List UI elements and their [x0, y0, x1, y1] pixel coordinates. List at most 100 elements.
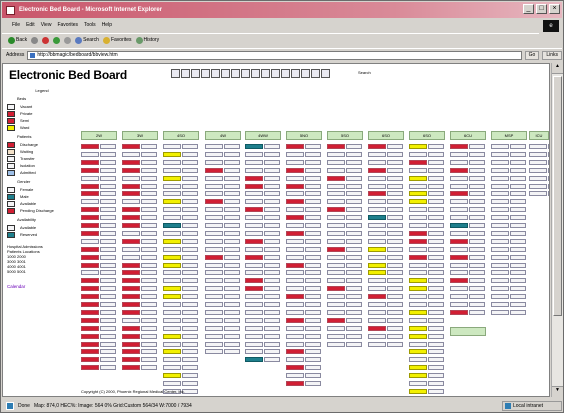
- patient-cell[interactable]: [224, 199, 240, 205]
- patient-cell[interactable]: [305, 175, 321, 181]
- bed-cell[interactable]: [409, 333, 427, 339]
- patient-cell[interactable]: [346, 325, 362, 331]
- bed-cell[interactable]: [409, 278, 427, 284]
- patient-cell[interactable]: [182, 230, 198, 236]
- patient-cell[interactable]: [264, 317, 280, 323]
- patient-cell[interactable]: [182, 309, 198, 315]
- bed-cell[interactable]: [327, 341, 345, 347]
- bed-cell[interactable]: [81, 246, 99, 252]
- bed-cell[interactable]: [450, 144, 468, 149]
- bed-cell[interactable]: [286, 325, 304, 331]
- bed-cell[interactable]: [409, 167, 427, 173]
- bed-cell[interactable]: [205, 238, 223, 244]
- bed-cell[interactable]: [368, 144, 386, 149]
- patient-cell[interactable]: [264, 175, 280, 181]
- patient-cell[interactable]: [346, 254, 362, 260]
- patient-cell[interactable]: [387, 230, 403, 236]
- bed-cell[interactable]: [245, 254, 263, 260]
- bed-cell[interactable]: [368, 325, 386, 331]
- patient-cell[interactable]: [182, 144, 198, 149]
- bed-cell[interactable]: [205, 278, 223, 284]
- bed-cell[interactable]: [245, 223, 263, 228]
- patient-cell[interactable]: [305, 286, 321, 292]
- refresh-button[interactable]: [53, 36, 61, 44]
- bed-cell[interactable]: [205, 262, 223, 268]
- patient-cell[interactable]: [469, 302, 485, 307]
- bed-cell[interactable]: [450, 294, 468, 300]
- patient-cell[interactable]: [264, 349, 280, 355]
- patient-cell[interactable]: [264, 294, 280, 300]
- patient-cell[interactable]: [224, 215, 240, 221]
- bed-cell[interactable]: [491, 183, 509, 189]
- patient-cell[interactable]: [387, 238, 403, 244]
- bed-cell[interactable]: [409, 270, 427, 276]
- patient-cell[interactable]: [100, 151, 116, 157]
- select-tool-icon[interactable]: [181, 69, 190, 78]
- bed-cell[interactable]: [81, 238, 99, 244]
- bed-cell[interactable]: [163, 286, 181, 292]
- bed-cell[interactable]: [409, 286, 427, 292]
- bed-cell[interactable]: [491, 144, 509, 149]
- patient-cell[interactable]: [264, 230, 280, 236]
- patient-cell[interactable]: [305, 357, 321, 363]
- bed-cell[interactable]: [409, 238, 427, 244]
- bed-cell[interactable]: [163, 333, 181, 339]
- patient-cell[interactable]: [346, 238, 362, 244]
- bed-cell[interactable]: [409, 349, 427, 355]
- bed-cell[interactable]: [286, 175, 304, 181]
- bed-cell[interactable]: [409, 317, 427, 323]
- bed-cell[interactable]: [286, 246, 304, 252]
- bed-cell[interactable]: [122, 294, 140, 300]
- patient-cell[interactable]: [428, 388, 444, 394]
- bed-cell[interactable]: [81, 349, 99, 355]
- bed-cell[interactable]: [368, 230, 386, 236]
- patient-cell[interactable]: [346, 230, 362, 236]
- bed-cell[interactable]: [327, 270, 345, 276]
- bed-cell[interactable]: [368, 254, 386, 260]
- bed-cell[interactable]: [368, 246, 386, 252]
- patient-cell[interactable]: [264, 357, 280, 363]
- patient-cell[interactable]: [141, 183, 157, 189]
- bed-cell[interactable]: [81, 223, 99, 228]
- patient-cell[interactable]: [469, 246, 485, 252]
- bed-cell[interactable]: [163, 151, 181, 157]
- patient-cell[interactable]: [346, 159, 362, 165]
- bed-cell[interactable]: [409, 215, 427, 221]
- patient-cell[interactable]: [305, 238, 321, 244]
- bed-cell[interactable]: [163, 317, 181, 323]
- patient-cell[interactable]: [469, 230, 485, 236]
- bed-cell[interactable]: [450, 207, 468, 213]
- bed-cell[interactable]: [205, 159, 223, 165]
- bed-cell[interactable]: [491, 223, 509, 228]
- patient-cell[interactable]: [100, 270, 116, 276]
- bed-cell[interactable]: [529, 144, 547, 149]
- bed-cell[interactable]: [81, 333, 99, 339]
- patient-cell[interactable]: [305, 341, 321, 347]
- patient-cell[interactable]: [224, 238, 240, 244]
- bed-cell[interactable]: [122, 341, 140, 347]
- patient-cell[interactable]: [141, 349, 157, 355]
- patient-cell[interactable]: [224, 286, 240, 292]
- patient-cell[interactable]: [141, 144, 157, 149]
- bed-cell[interactable]: [450, 262, 468, 268]
- bed-cell[interactable]: [245, 199, 263, 205]
- patient-cell[interactable]: [387, 325, 403, 331]
- patient-cell[interactable]: [141, 159, 157, 165]
- bed-cell[interactable]: [491, 238, 509, 244]
- vertical-scrollbar[interactable]: ▲ ▼: [551, 63, 563, 397]
- bed-cell[interactable]: [122, 230, 140, 236]
- patient-cell[interactable]: [428, 294, 444, 300]
- bed-cell[interactable]: [450, 159, 468, 165]
- bed-cell[interactable]: [286, 199, 304, 205]
- patient-cell[interactable]: [510, 302, 526, 307]
- patient-cell[interactable]: [100, 278, 116, 284]
- bed-cell[interactable]: [327, 207, 345, 213]
- bed-cell[interactable]: [245, 278, 263, 284]
- patient-cell[interactable]: [182, 207, 198, 213]
- patient-cell[interactable]: [224, 254, 240, 260]
- patient-cell[interactable]: [224, 144, 240, 149]
- patient-cell[interactable]: [428, 373, 444, 379]
- patient-cell[interactable]: [510, 175, 526, 181]
- patient-cell[interactable]: [346, 341, 362, 347]
- patient-cell[interactable]: [346, 286, 362, 292]
